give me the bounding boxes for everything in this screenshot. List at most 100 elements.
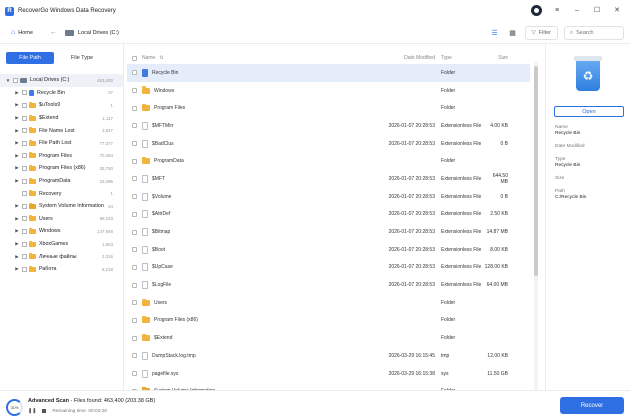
tree-checkbox[interactable] — [22, 90, 27, 96]
sidebar-tree-item[interactable]: ▶ File Path Lost 77,377 — [0, 137, 123, 150]
row-checkbox[interactable] — [131, 247, 137, 253]
column-header-size[interactable]: Size — [484, 55, 514, 61]
expand-arrow-icon[interactable]: ▶ — [14, 115, 20, 121]
table-row[interactable]: DumpStack.log.tmp 2026-03-29 16:15:45 tmp 1… — [127, 347, 530, 365]
row-checkbox[interactable] — [131, 229, 137, 235]
row-checkbox[interactable] — [131, 88, 137, 94]
tree-checkbox[interactable] — [22, 216, 27, 222]
row-checkbox[interactable] — [131, 317, 137, 323]
scrollbar-thumb[interactable] — [534, 66, 538, 276]
table-row[interactable]: $BadClus 2026-01-07 20:28:53 Extensionless… — [127, 135, 530, 153]
row-checkbox[interactable] — [131, 264, 137, 270]
row-checkbox[interactable] — [131, 176, 137, 182]
recover-button[interactable]: Recover — [560, 397, 624, 414]
tab-file-path[interactable]: File Path — [6, 52, 54, 64]
menu-icon[interactable]: ≡ — [552, 6, 562, 16]
expand-arrow-icon[interactable]: ▶ — [14, 153, 20, 159]
tree-checkbox[interactable] — [22, 165, 27, 171]
row-checkbox[interactable] — [131, 123, 137, 129]
table-row[interactable]: $Extend Folder — [127, 329, 530, 347]
tree-checkbox[interactable] — [22, 266, 27, 272]
table-row[interactable]: $AttrDef 2026-01-07 20:28:53 Extensionless… — [127, 206, 530, 224]
search-box[interactable]: ⌕ — [564, 26, 624, 40]
tree-checkbox[interactable] — [22, 191, 27, 197]
sidebar-tree-item[interactable]: ▼ Local Drives (C:) 463,400 — [0, 74, 123, 87]
sidebar-tree-item[interactable]: ▶ System Volume Information 24 — [0, 200, 123, 213]
row-checkbox[interactable] — [131, 105, 137, 111]
pause-icon[interactable]: ❚❚ — [28, 408, 36, 414]
sidebar-tree-item[interactable]: ▶ $Extend 1,117 — [0, 112, 123, 125]
row-checkbox[interactable] — [131, 141, 137, 147]
grid-view-button[interactable]: ▦ — [507, 27, 519, 39]
tree-checkbox[interactable] — [22, 254, 27, 260]
row-checkbox[interactable] — [131, 335, 137, 341]
sidebar-tree-item[interactable]: ▶ $uTools9 1 — [0, 99, 123, 112]
sidebar-tree-item[interactable]: ▶ ProgramData 19,496 — [0, 175, 123, 188]
sidebar-tree-item[interactable]: Recovery 1 — [0, 187, 123, 200]
sidebar-tree-item[interactable]: ▶ Личные файлы 3,316 — [0, 250, 123, 263]
tree-checkbox[interactable] — [22, 228, 27, 234]
table-row[interactable]: $Boot 2026-01-07 20:28:53 Extensionless Fi… — [127, 241, 530, 259]
expand-arrow-icon[interactable]: ▶ — [14, 266, 20, 272]
sidebar-tree-item[interactable]: ▶ XboxGames 1,863 — [0, 238, 123, 251]
row-checkbox[interactable] — [131, 282, 137, 288]
scrollbar[interactable] — [534, 62, 538, 390]
table-row[interactable]: Recycle Bin Folder — [127, 64, 530, 82]
tree-checkbox[interactable] — [22, 203, 27, 209]
sidebar-tree-item[interactable]: ▶ Windows 147,948 — [0, 225, 123, 238]
tree-checkbox[interactable] — [13, 77, 18, 83]
sidebar-tree-item[interactable]: ▶ File Name Lost 3,847 — [0, 124, 123, 137]
tree-checkbox[interactable] — [22, 102, 27, 108]
back-arrow-icon[interactable]: ← — [50, 29, 57, 36]
tree-checkbox[interactable] — [22, 128, 27, 134]
row-checkbox[interactable] — [131, 70, 137, 76]
expand-arrow-icon[interactable]: ▶ — [14, 178, 20, 184]
tree-checkbox[interactable] — [22, 178, 27, 184]
search-input[interactable] — [576, 30, 617, 36]
expand-arrow-icon[interactable]: ▶ — [14, 203, 20, 209]
maximize-button[interactable]: ☐ — [592, 6, 602, 16]
expand-arrow-icon[interactable]: ▶ — [14, 165, 20, 171]
filter-button[interactable]: ▽ Filter — [524, 26, 558, 40]
table-row[interactable]: $LogFile 2026-01-07 20:28:53 Extensionless… — [127, 276, 530, 294]
sidebar-tree-item[interactable]: ▶ Users 99,243 — [0, 213, 123, 226]
expand-arrow-icon[interactable]: ▶ — [14, 102, 20, 108]
minimize-button[interactable]: – — [572, 6, 582, 16]
table-row[interactable]: $MFT 2026-01-07 20:28:53 Extensionless Fil… — [127, 170, 530, 188]
column-header-type[interactable]: Type — [435, 55, 484, 61]
home-button[interactable]: ⌂ Home — [6, 26, 38, 39]
expand-arrow-icon[interactable]: ▶ — [14, 228, 20, 234]
sort-icon[interactable]: ⇅ — [159, 55, 163, 61]
table-row[interactable]: Program Files Folder — [127, 99, 530, 117]
sidebar-tree-item[interactable]: ▶ Program Files 70,484 — [0, 150, 123, 163]
expand-arrow-icon[interactable]: ▶ — [14, 241, 20, 247]
list-view-button[interactable]: ☰ — [489, 27, 501, 39]
table-row[interactable]: $Volume 2026-01-07 20:28:53 Extensionless … — [127, 188, 530, 206]
expand-arrow-icon[interactable]: ▶ — [14, 216, 20, 222]
sidebar-tree-item[interactable]: ▶ Program Files (x86) 28,750 — [0, 162, 123, 175]
row-checkbox[interactable] — [131, 353, 137, 359]
table-row[interactable]: ProgramData Folder — [127, 152, 530, 170]
expand-arrow-icon[interactable]: ▶ — [14, 128, 20, 134]
table-row[interactable]: Users Folder — [127, 294, 530, 312]
table-row[interactable]: $Bitmap 2026-01-07 20:28:53 Extensionless … — [127, 223, 530, 241]
stop-icon[interactable] — [42, 409, 47, 413]
column-header-name[interactable]: Name — [142, 55, 155, 61]
breadcrumb-location[interactable]: Local Drives (C:) — [78, 30, 119, 36]
close-button[interactable]: ✕ — [612, 6, 622, 16]
tree-checkbox[interactable] — [22, 140, 27, 146]
tree-checkbox[interactable] — [22, 115, 27, 121]
row-checkbox[interactable] — [131, 300, 137, 306]
sidebar-tree-item[interactable]: ▶ Recycle Bin 37 — [0, 87, 123, 100]
table-row[interactable]: Windows Folder — [127, 82, 530, 100]
expand-arrow-icon[interactable]: ▶ — [14, 254, 20, 260]
table-row[interactable]: Program Files (x86) Folder — [127, 312, 530, 330]
table-row[interactable]: $MFTMirr 2026-01-07 20:28:53 Extensionless… — [127, 117, 530, 135]
table-row[interactable]: pagefile.sys 2026-03-29 16:15:38 sys 11.50 … — [127, 365, 530, 383]
tree-checkbox[interactable] — [22, 241, 27, 247]
tree-checkbox[interactable] — [22, 153, 27, 159]
expand-arrow-icon[interactable]: ▶ — [14, 140, 20, 146]
row-checkbox[interactable] — [131, 211, 137, 217]
row-checkbox[interactable] — [131, 194, 137, 200]
row-checkbox[interactable] — [131, 158, 137, 164]
